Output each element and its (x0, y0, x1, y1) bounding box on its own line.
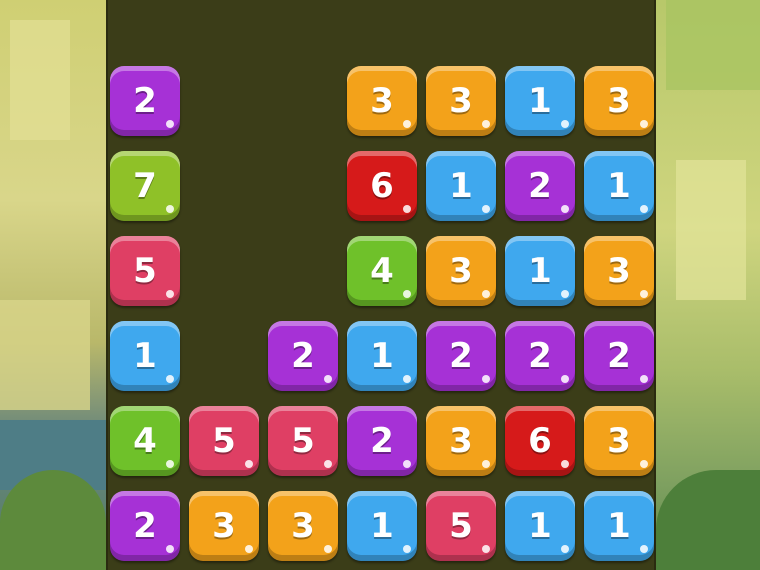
tile-r3-c6[interactable]: 1 (505, 236, 575, 306)
tile-r5-c4[interactable]: 2 (347, 406, 417, 476)
scenery-block (666, 0, 760, 90)
tile-r5-c5[interactable]: 3 (426, 406, 496, 476)
tile-r4-c7[interactable]: 2 (584, 321, 654, 391)
tile-r6-c2[interactable]: 3 (189, 491, 259, 561)
game-board: 23313761215431312122245523632331511 (106, 0, 656, 570)
scenery-block (10, 20, 70, 140)
tile-r4-c3[interactable]: 2 (268, 321, 338, 391)
tile-r4-c4[interactable]: 1 (347, 321, 417, 391)
tile-r2-c7[interactable]: 1 (584, 151, 654, 221)
tile-r6-c3[interactable]: 3 (268, 491, 338, 561)
tile-r6-c7[interactable]: 1 (584, 491, 654, 561)
tile-r3-c4[interactable]: 4 (347, 236, 417, 306)
scenery-block (676, 160, 746, 300)
tile-r1-c7[interactable]: 3 (584, 66, 654, 136)
tile-r2-c5[interactable]: 1 (426, 151, 496, 221)
tile-r4-c5[interactable]: 2 (426, 321, 496, 391)
tile-r1-c1[interactable]: 2 (110, 66, 180, 136)
tile-r4-c6[interactable]: 2 (505, 321, 575, 391)
tile-r2-c4[interactable]: 6 (347, 151, 417, 221)
scenery-foliage (656, 470, 760, 570)
tile-r2-c1[interactable]: 7 (110, 151, 180, 221)
tile-r5-c6[interactable]: 6 (505, 406, 575, 476)
tile-r6-c1[interactable]: 2 (110, 491, 180, 561)
scenery-block (0, 300, 90, 410)
tile-r5-c3[interactable]: 5 (268, 406, 338, 476)
tile-r6-c6[interactable]: 1 (505, 491, 575, 561)
tile-r3-c5[interactable]: 3 (426, 236, 496, 306)
tile-r2-c6[interactable]: 2 (505, 151, 575, 221)
tile-r3-c7[interactable]: 3 (584, 236, 654, 306)
tile-r6-c4[interactable]: 1 (347, 491, 417, 561)
background-left-scenery (0, 0, 106, 570)
tile-r1-c5[interactable]: 3 (426, 66, 496, 136)
tile-r3-c1[interactable]: 5 (110, 236, 180, 306)
scenery-foliage (0, 470, 106, 570)
tile-r6-c5[interactable]: 5 (426, 491, 496, 561)
tile-r1-c4[interactable]: 3 (347, 66, 417, 136)
background-right-scenery (656, 0, 760, 570)
tile-r1-c6[interactable]: 1 (505, 66, 575, 136)
tile-r5-c7[interactable]: 3 (584, 406, 654, 476)
tile-r5-c2[interactable]: 5 (189, 406, 259, 476)
tile-r4-c1[interactable]: 1 (110, 321, 180, 391)
tile-r5-c1[interactable]: 4 (110, 406, 180, 476)
